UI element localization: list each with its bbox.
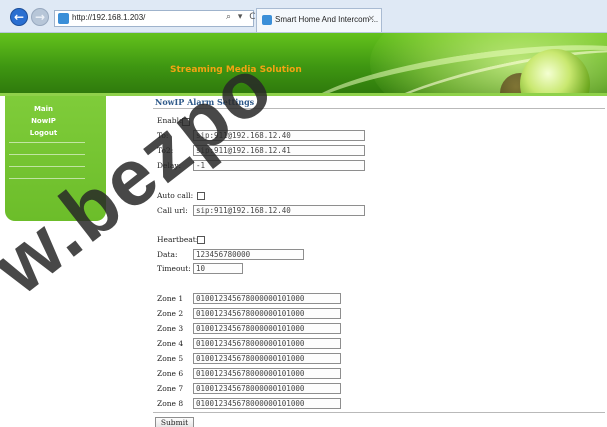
address-bar[interactable]: http://192.168.1.203/ bbox=[54, 10, 254, 27]
page-title: NowIP Alarm Settings bbox=[155, 97, 255, 107]
sidebar-item-nowip[interactable]: NowIP bbox=[5, 117, 106, 129]
zone-field[interactable] bbox=[193, 308, 341, 319]
autocall-checkbox[interactable] bbox=[197, 192, 205, 200]
delay-field[interactable] bbox=[193, 160, 365, 171]
timeout-label: Timeout: bbox=[157, 264, 191, 273]
sidebar-divider bbox=[9, 166, 85, 167]
zone-field[interactable] bbox=[193, 383, 341, 394]
site-favicon-icon bbox=[58, 13, 69, 24]
sidebar-divider bbox=[9, 142, 85, 143]
sidebar-divider bbox=[9, 154, 85, 155]
to2-label: To2: bbox=[157, 146, 174, 155]
zone-field[interactable] bbox=[193, 338, 341, 349]
zone-field[interactable] bbox=[193, 323, 341, 334]
zone-field[interactable] bbox=[193, 353, 341, 364]
autocall-label: Auto call: bbox=[157, 191, 194, 200]
sidebar: Main NowIP Logout bbox=[5, 96, 106, 221]
data-label: Data: bbox=[157, 250, 178, 259]
zone-label: Zone 5 bbox=[157, 354, 184, 363]
address-url[interactable]: http://192.168.1.203/ bbox=[72, 13, 145, 22]
callurl-label: Call url: bbox=[157, 206, 188, 215]
form-divider bbox=[153, 412, 605, 413]
to-label: To: bbox=[157, 131, 169, 140]
sidebar-item-label: Main bbox=[33, 105, 54, 113]
sidebar-item-label: Logout bbox=[29, 129, 58, 137]
site-header: Streaming Media Solution bbox=[0, 33, 607, 93]
zone-field[interactable] bbox=[193, 398, 341, 409]
to-field[interactable] bbox=[193, 130, 365, 141]
sidebar-item-label: NowIP bbox=[31, 117, 56, 125]
address-tools[interactable]: ⌕ ▾ C bbox=[226, 12, 258, 22]
zone-label: Zone 8 bbox=[157, 399, 184, 408]
zone-label: Zone 4 bbox=[157, 339, 184, 348]
zone-label: Zone 1 bbox=[157, 294, 184, 303]
submit-button[interactable]: Submit bbox=[155, 417, 194, 427]
data-field[interactable] bbox=[193, 249, 304, 260]
delay-label: Delay: bbox=[157, 161, 182, 170]
back-arrow-icon[interactable]: ← bbox=[10, 8, 28, 26]
title-divider bbox=[153, 108, 605, 109]
sidebar-divider bbox=[9, 178, 85, 179]
tab-title: Smart Home And Intercom ... bbox=[275, 15, 379, 24]
tab-close-icon[interactable]: × bbox=[367, 14, 375, 24]
zone-label: Zone 2 bbox=[157, 309, 184, 318]
tab-favicon-icon bbox=[262, 15, 272, 25]
browser-tab[interactable]: Smart Home And Intercom ... × bbox=[256, 8, 382, 32]
sidebar-item-logout[interactable]: Logout bbox=[5, 129, 106, 141]
enable-checkbox[interactable] bbox=[182, 118, 190, 126]
timeout-field[interactable] bbox=[193, 263, 243, 274]
callurl-field[interactable] bbox=[193, 205, 365, 216]
heartbeat-checkbox[interactable] bbox=[197, 236, 205, 244]
zone-label: Zone 3 bbox=[157, 324, 184, 333]
zone-label: Zone 6 bbox=[157, 369, 184, 378]
header-title: Streaming Media Solution bbox=[170, 65, 302, 75]
zone-field[interactable] bbox=[193, 293, 341, 304]
to2-field[interactable] bbox=[193, 145, 365, 156]
zone-field[interactable] bbox=[193, 368, 341, 379]
sidebar-item-main[interactable]: Main bbox=[5, 105, 106, 117]
forward-arrow-icon[interactable]: → bbox=[31, 8, 49, 26]
heartbeat-label: Heartbeat: bbox=[157, 235, 199, 244]
browser-toolbar: ← → http://192.168.1.203/ ⌕ ▾ C Smart Ho… bbox=[0, 0, 607, 33]
zone-label: Zone 7 bbox=[157, 384, 184, 393]
